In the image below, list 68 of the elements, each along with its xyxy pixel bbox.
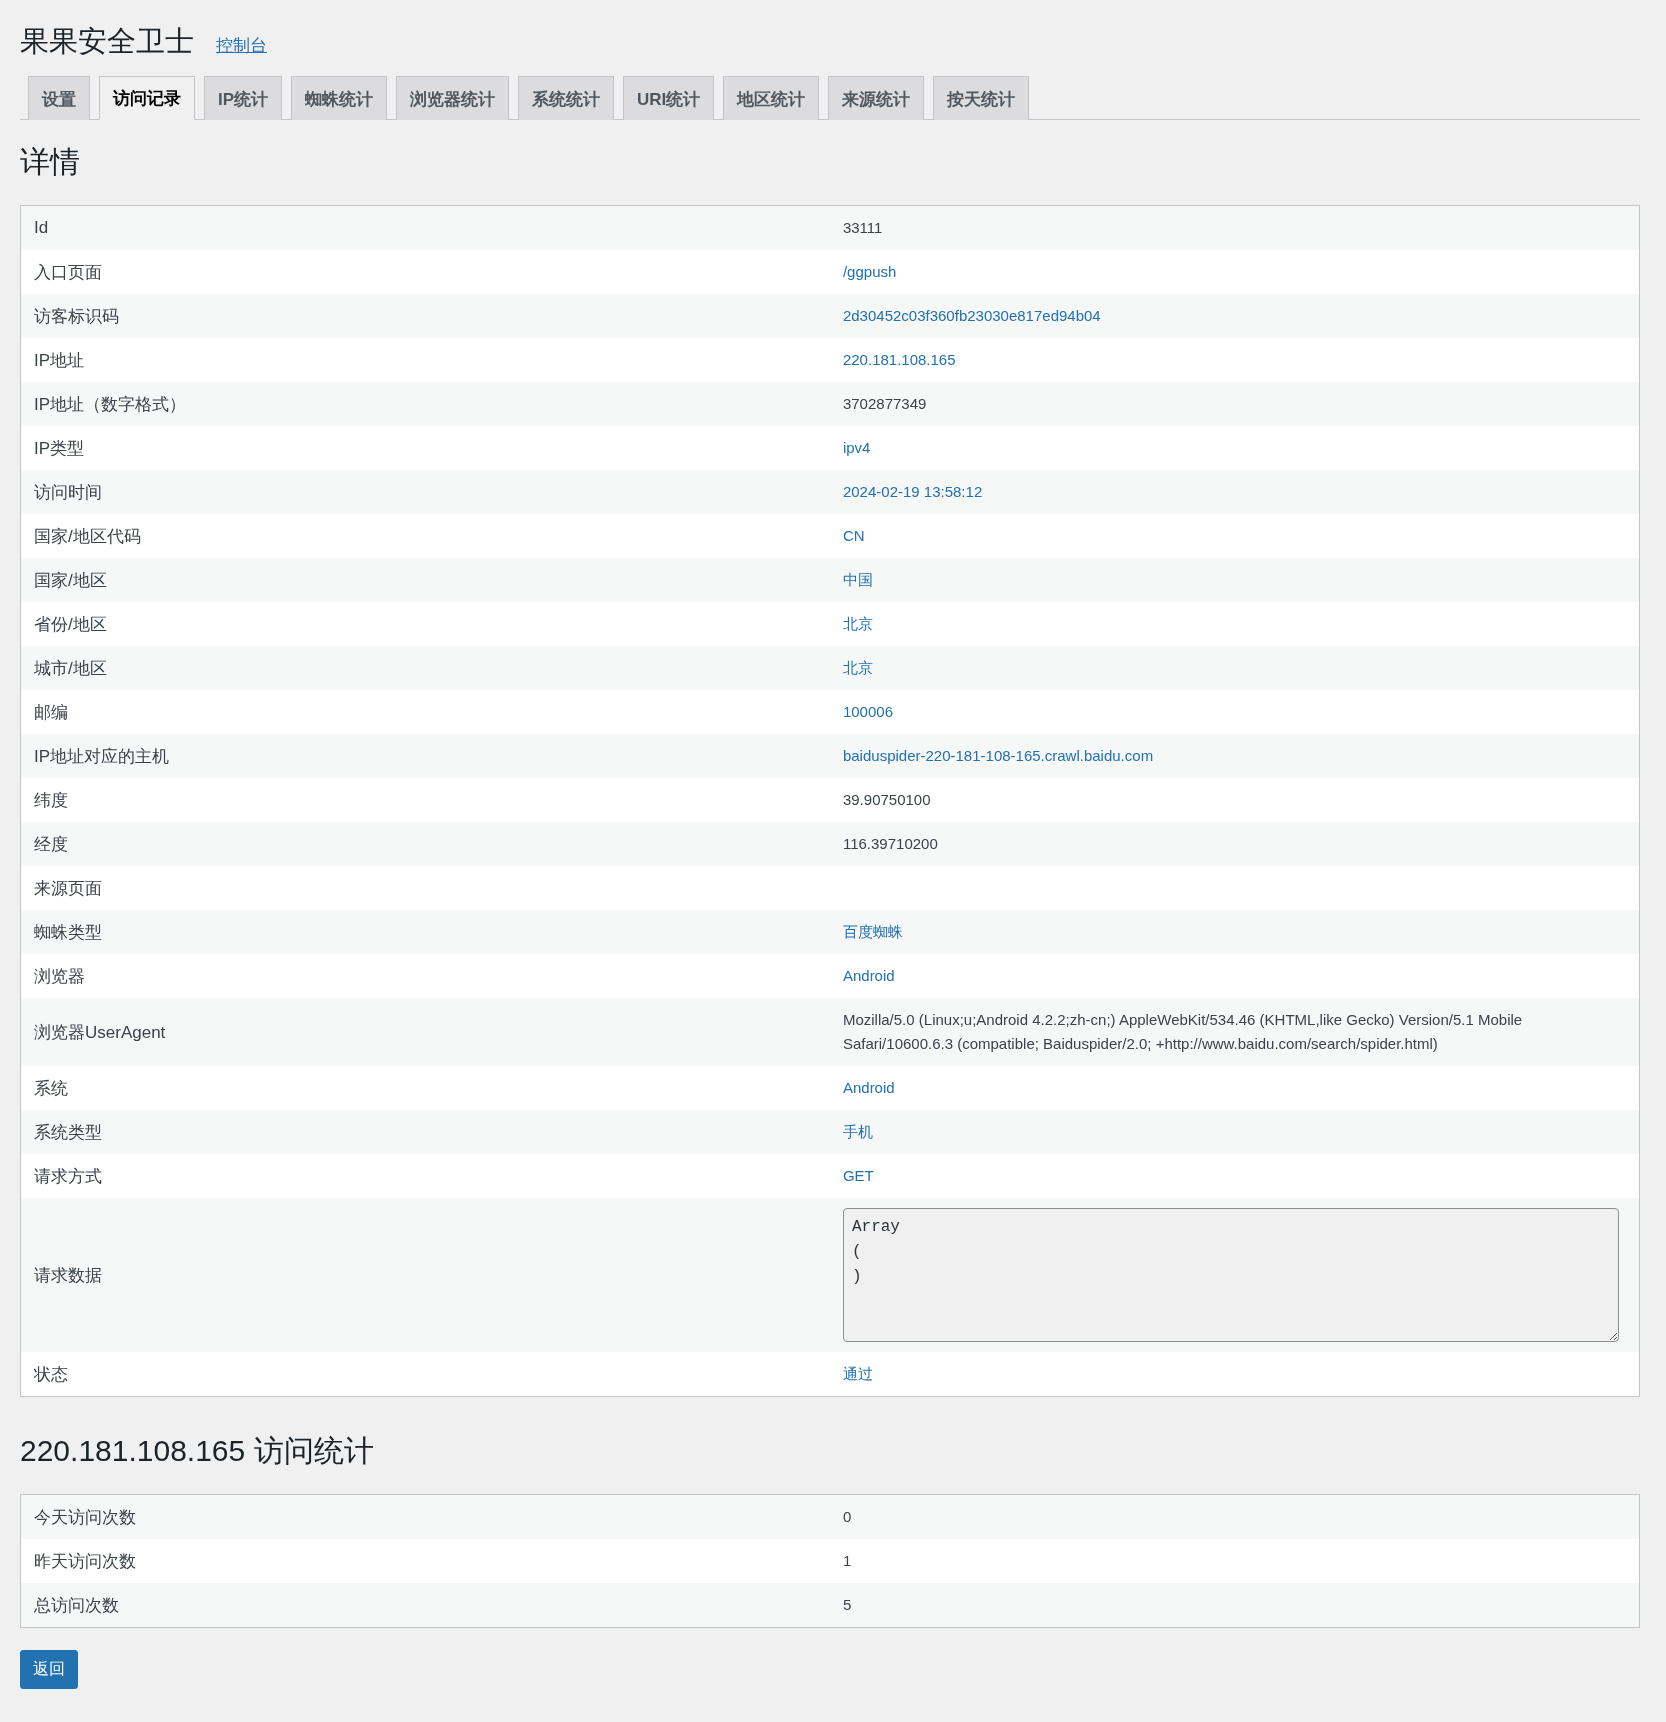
tab[interactable]: 系统统计 [518,76,615,120]
field-label: 系统 [33,1077,69,1100]
stat-label: 昨天访问次数 [33,1550,137,1573]
field-value-link[interactable]: GET [842,1167,874,1184]
section-heading: 详情 [20,144,81,180]
field-label: 国家/地区 [33,569,108,592]
field-value-link[interactable]: 北京 [842,615,873,632]
field-label: IP类型 [33,437,86,460]
field-label: 纬度 [33,789,69,812]
back-button[interactable]: 返回 [20,1650,78,1689]
stat-value: 1 [842,1552,852,1569]
field-label: 状态 [33,1363,69,1386]
tab[interactable]: IP统计 [204,76,283,120]
field-label: Id [33,217,50,239]
field-label: IP地址对应的主机 [33,745,171,768]
tab[interactable]: 访问记录 [99,76,195,120]
field-value-link[interactable]: CN [842,527,865,544]
field-label: 来源页面 [33,877,103,900]
field-label: 访客标识码 [33,305,120,328]
field-value: 39.90750100 [842,791,931,808]
field-value-link[interactable]: 手机 [842,1123,873,1140]
field-value: 3702877349 [842,395,927,412]
field-value-link[interactable]: 北京 [842,659,873,676]
field-value: Mozilla/5.0 (Linux;u;Android 4.2.2;zh-cn;) AppleWebKit/534.46 (KHTML,like Gecko) Version/5.1 Mobile Safari/10600.6.3 (compatible; Baiduspider/2.0; +http://www.baidu.com/search/spider.html) [842,1011,1523,1052]
field-label: 经度 [33,833,69,856]
stat-label: 总访问次数 [33,1594,120,1617]
field-label: 浏览器UserAgent [33,1021,167,1044]
field-label: 城市/地区 [33,657,108,680]
field-label: 蜘蛛类型 [33,921,103,944]
tab[interactable]: 浏览器统计 [396,76,510,120]
field-value-link[interactable]: 2024-02-19 13:58:12 [842,483,983,500]
tab[interactable]: 按天统计 [933,76,1030,120]
field-value-link[interactable]: 百度蜘蛛 [842,923,903,940]
field-value-link[interactable]: baiduspider-220-181-108-165.crawl.baidu.com [842,747,1154,764]
field-value-link[interactable]: ipv4 [842,439,871,456]
field-label: 访问时间 [33,481,103,504]
field-label: IP地址 [33,349,86,372]
stat-label: 今天访问次数 [33,1506,137,1529]
field-label: 系统类型 [33,1121,103,1144]
page-title: 果果安全卫士 [20,24,194,59]
field-label: 国家/地区代码 [33,525,142,548]
stat-value: 5 [842,1596,852,1613]
field-value-link[interactable]: Android [842,1079,895,1096]
request-data-field[interactable]: Array ( ) [842,1208,1619,1342]
field-value: 33111 [842,219,883,236]
tab[interactable]: 设置 [28,76,90,120]
field-value: 116.39710200 [842,835,938,852]
field-label: 入口页面 [33,261,103,284]
section-heading: 220.181.108.165 访问统计 [20,1433,375,1469]
field-value-link[interactable]: Android [842,967,895,984]
tab[interactable]: 地区统计 [723,76,820,120]
field-label: 请求数据 [33,1264,103,1287]
field-label: 浏览器 [33,965,86,988]
field-label: 邮编 [33,701,69,724]
tab[interactable]: 来源统计 [828,76,925,120]
dashboard-link[interactable]: 控制台 [216,34,267,57]
field-label: 省份/地区 [33,613,108,636]
field-value-link[interactable]: 2d30452c03f360fb23030e817ed94b04 [842,307,1101,324]
field-value-link[interactable]: 中国 [842,571,873,588]
field-value-link[interactable]: /ggpush [842,263,897,280]
field-value-link[interactable]: 通过 [842,1365,873,1382]
field-label: 请求方式 [33,1165,103,1188]
tab[interactable]: URI统计 [623,76,715,120]
field-label: IP地址（数字格式） [33,393,188,416]
field-value-link[interactable]: 220.181.108.165 [842,351,956,368]
tab[interactable]: 蜘蛛统计 [291,76,388,120]
stat-value: 0 [842,1508,852,1525]
field-value-link[interactable]: 100006 [842,703,893,720]
